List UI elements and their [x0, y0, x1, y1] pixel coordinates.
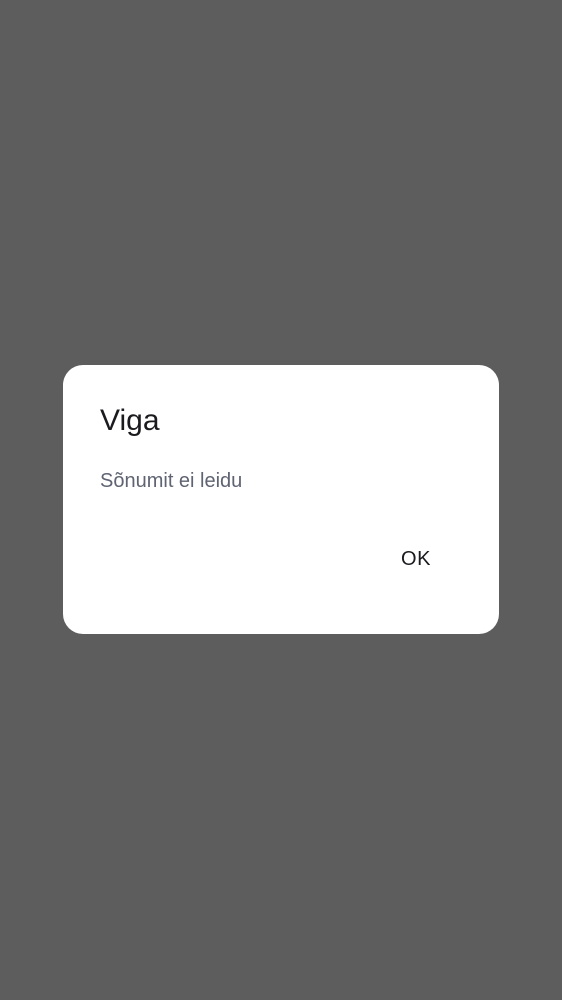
dialog-title: Viga	[100, 404, 160, 437]
ok-button[interactable]: OK	[383, 537, 449, 581]
error-dialog: Viga Sõnumit ei leidu OK	[63, 365, 499, 634]
dialog-message: Sõnumit ei leidu	[100, 470, 243, 492]
